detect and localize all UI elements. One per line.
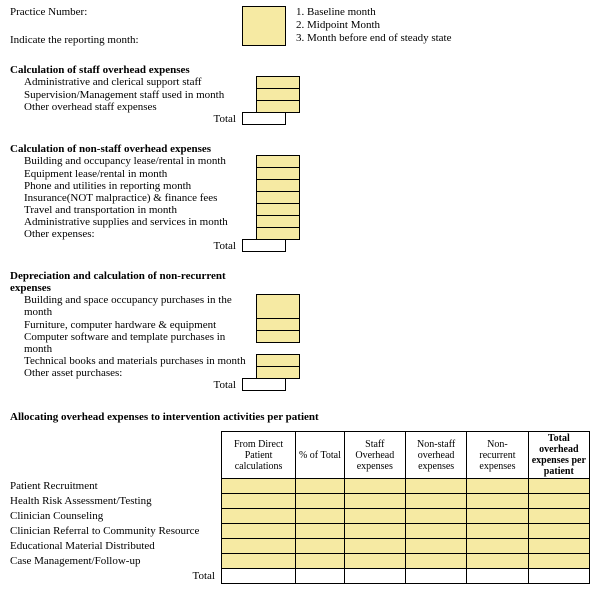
alloc-r2-c1[interactable] [296, 509, 344, 524]
alloc-r2-c3[interactable] [405, 509, 466, 524]
alloc-r3-c0[interactable] [221, 524, 295, 539]
s1-total-cell [242, 112, 286, 125]
alloc-r0-c3[interactable] [405, 479, 466, 494]
alloc-r3-c1[interactable] [296, 524, 344, 539]
s2-total-cell [242, 239, 286, 252]
s3-item-0: Building and space occupancy purchases i… [10, 294, 256, 319]
alloc-r0-c0[interactable] [221, 479, 295, 494]
alloc-row-4: Educational Material Distributed [10, 539, 221, 554]
alloc-table: From Direct Patient calculations % of To… [10, 431, 590, 584]
s3-item-2: Computer software and template purchases… [10, 331, 256, 355]
alloc-r5-c3[interactable] [405, 554, 466, 569]
note-1: 1. Baseline month [296, 6, 451, 19]
alloc-header-4: Non-recurrent expenses [467, 432, 528, 479]
s3-input-0[interactable] [256, 294, 300, 319]
alloc-r1-c2[interactable] [344, 494, 405, 509]
alloc-r2-c4[interactable] [467, 509, 528, 524]
alloc-r4-c2[interactable] [344, 539, 405, 554]
section1-title: Calculation of staff overhead expenses [10, 64, 598, 76]
s2-item-2: Phone and utilities in reporting month [10, 180, 256, 192]
alloc-r1-c5[interactable] [528, 494, 589, 509]
s1-item-1: Supervision/Management staff used in mon… [10, 89, 256, 101]
s3-item-1: Furniture, computer hardware & equipment [10, 319, 256, 331]
alloc-total-c3 [405, 569, 466, 584]
alloc-header-5: Total overhead expenses per patient [528, 432, 589, 479]
s2-item-4: Travel and transportation in month [10, 204, 256, 216]
practice-number-label: Practice Number: [10, 6, 242, 18]
alloc-r4-c1[interactable] [296, 539, 344, 554]
s2-item-1: Equipment lease/rental in month [10, 168, 256, 180]
alloc-r2-c2[interactable] [344, 509, 405, 524]
s1-item-0: Administrative and clerical support staf… [10, 76, 256, 89]
alloc-r3-c2[interactable] [344, 524, 405, 539]
alloc-r0-c5[interactable] [528, 479, 589, 494]
s2-item-5: Administrative supplies and services in … [10, 216, 256, 228]
alloc-row-5: Case Management/Follow-up [10, 554, 221, 569]
alloc-row-0: Patient Recruitment [10, 479, 221, 494]
note-2: 2. Midpoint Month [296, 19, 451, 32]
s1-item-2: Other overhead staff expenses [10, 101, 256, 113]
alloc-total-c2 [344, 569, 405, 584]
alloc-r0-c4[interactable] [467, 479, 528, 494]
alloc-header-3: Non-staff overhead expenses [405, 432, 466, 479]
s3-input-2[interactable] [256, 330, 300, 343]
alloc-r3-c4[interactable] [467, 524, 528, 539]
top-block: Practice Number: Indicate the reporting … [10, 6, 598, 46]
alloc-header-0: From Direct Patient calculations [221, 432, 295, 479]
s3-item-4: Other asset purchases: [10, 367, 256, 379]
alloc-r4-c0[interactable] [221, 539, 295, 554]
alloc-header-blank [10, 432, 221, 479]
alloc-r3-c3[interactable] [405, 524, 466, 539]
alloc-r4-c4[interactable] [467, 539, 528, 554]
reporting-month-notes: 1. Baseline month 2. Midpoint Month 3. M… [296, 6, 451, 46]
alloc-r1-c0[interactable] [221, 494, 295, 509]
alloc-header-2: Staff Overhead expenses [344, 432, 405, 479]
alloc-total-c1 [296, 569, 344, 584]
alloc-r0-c2[interactable] [344, 479, 405, 494]
alloc-r3-c5[interactable] [528, 524, 589, 539]
section3-title: Depreciation and calculation of non-recu… [10, 270, 242, 294]
alloc-r4-c3[interactable] [405, 539, 466, 554]
alloc-r2-c0[interactable] [221, 509, 295, 524]
note-3: 3. Month before end of steady state [296, 32, 451, 45]
alloc-title: Allocating overhead expenses to interven… [10, 411, 598, 423]
alloc-r4-c5[interactable] [528, 539, 589, 554]
practice-number-input[interactable] [242, 6, 286, 46]
s1-total-label: Total [10, 113, 242, 125]
alloc-r5-c2[interactable] [344, 554, 405, 569]
s3-total-cell [242, 378, 286, 391]
alloc-r5-c4[interactable] [467, 554, 528, 569]
alloc-total-label: Total [10, 569, 221, 584]
alloc-r5-c1[interactable] [296, 554, 344, 569]
alloc-r2-c5[interactable] [528, 509, 589, 524]
s2-item-0: Building and occupancy lease/rental in m… [10, 155, 256, 168]
s3-item-3: Technical books and materials purchases … [10, 355, 256, 367]
section2-title: Calculation of non-staff overhead expens… [10, 143, 598, 155]
alloc-r5-c5[interactable] [528, 554, 589, 569]
reporting-month-label: Indicate the reporting month: [10, 34, 242, 46]
alloc-total-c5 [528, 569, 589, 584]
alloc-r1-c4[interactable] [467, 494, 528, 509]
alloc-header-1: % of Total [296, 432, 344, 479]
alloc-r1-c3[interactable] [405, 494, 466, 509]
alloc-r1-c1[interactable] [296, 494, 344, 509]
s2-total-label: Total [10, 240, 242, 252]
alloc-total-c0 [221, 569, 295, 584]
s2-item-6: Other expenses: [10, 228, 256, 240]
alloc-row-3: Clinician Referral to Community Resource [10, 524, 221, 539]
s2-item-3: Insurance(NOT malpractice) & finance fee… [10, 192, 256, 204]
s3-total-label: Total [10, 379, 242, 391]
alloc-r0-c1[interactable] [296, 479, 344, 494]
alloc-r5-c0[interactable] [221, 554, 295, 569]
alloc-total-c4 [467, 569, 528, 584]
alloc-row-2: Clinician Counseling [10, 509, 221, 524]
alloc-row-1: Health Risk Assessment/Testing [10, 494, 221, 509]
